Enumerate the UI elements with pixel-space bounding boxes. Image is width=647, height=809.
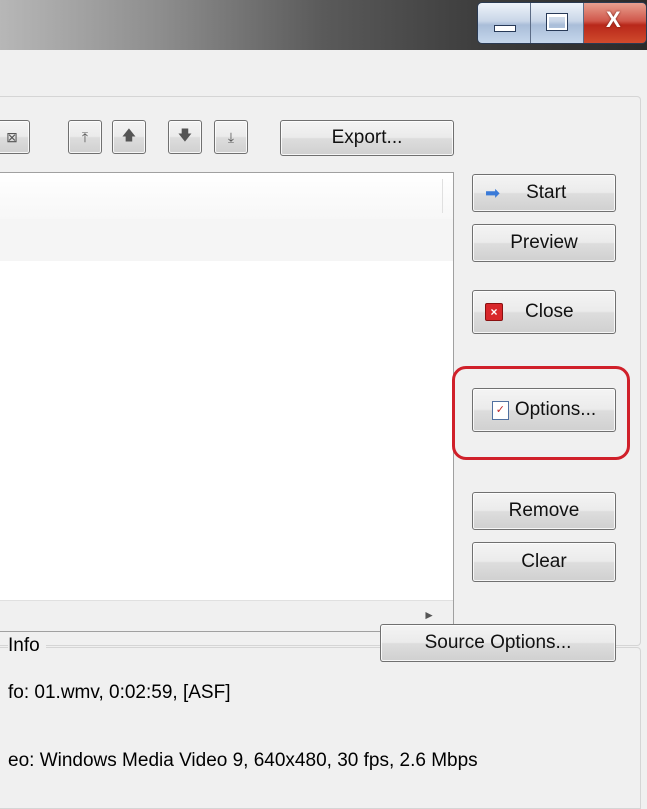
source-info-title: Info bbox=[8, 635, 46, 657]
start-arrow-icon: ➡ bbox=[485, 182, 501, 203]
list-header bbox=[0, 173, 453, 220]
source-options-label: Source Options... bbox=[424, 632, 572, 653]
move-to-top-icon: ⤒ bbox=[81, 128, 89, 145]
options-button-label: Options... bbox=[514, 399, 597, 420]
remove-button[interactable]: Remove bbox=[472, 492, 616, 530]
maximize-button[interactable] bbox=[531, 3, 584, 43]
scroll-right-icon[interactable]: ► bbox=[423, 608, 435, 622]
source-file-info: fo: 01.wmv, 0:02:59, [ASF] bbox=[8, 682, 231, 703]
options-checklist-icon: ✓ bbox=[491, 400, 509, 420]
source-video-info: eo: Windows Media Video 9, 640x480, 30 f… bbox=[8, 750, 478, 771]
close-icon: X bbox=[606, 7, 621, 32]
move-to-top-button[interactable]: ⤒ bbox=[68, 120, 102, 154]
main-content: ⊠ ⤒ 🡅 🡇 ⤓ Export... ► ➡ Start Preview × … bbox=[0, 50, 647, 809]
close-button-label: Close bbox=[525, 301, 574, 322]
maximize-icon bbox=[546, 13, 568, 31]
move-up-icon: 🡅 bbox=[121, 127, 137, 143]
clear-button-label: Clear bbox=[521, 551, 567, 572]
preview-button-label: Preview bbox=[510, 232, 578, 253]
list-item[interactable] bbox=[0, 219, 453, 261]
source-info-group bbox=[0, 647, 641, 809]
move-to-bottom-button[interactable]: ⤓ bbox=[214, 120, 248, 154]
minimize-icon bbox=[494, 25, 516, 32]
preview-button[interactable]: Preview bbox=[472, 224, 616, 262]
move-down-button[interactable]: 🡇 bbox=[168, 120, 202, 154]
move-down-icon: 🡇 bbox=[177, 127, 193, 143]
caption-buttons: X bbox=[477, 2, 647, 44]
close-x-icon: × bbox=[485, 303, 503, 321]
export-button-label: Export... bbox=[331, 127, 403, 148]
close-button[interactable]: × Close bbox=[472, 290, 616, 334]
move-up-button[interactable]: 🡅 bbox=[112, 120, 146, 154]
start-button[interactable]: ➡ Start bbox=[472, 174, 616, 212]
export-button[interactable]: Export... bbox=[280, 120, 454, 156]
job-list[interactable]: ► bbox=[0, 172, 454, 632]
remove-button-label: Remove bbox=[508, 500, 580, 521]
window-title-bar: X bbox=[0, 0, 647, 50]
close-window-button[interactable]: X bbox=[584, 3, 646, 43]
list-view-button[interactable]: ⊠ bbox=[0, 120, 30, 154]
source-options-button[interactable]: Source Options... bbox=[380, 624, 616, 662]
column-separator[interactable] bbox=[442, 179, 443, 213]
list-view-icon: ⊠ bbox=[6, 128, 18, 145]
options-button[interactable]: ✓ Options... bbox=[472, 388, 616, 432]
start-button-label: Start bbox=[526, 182, 567, 203]
clear-button[interactable]: Clear bbox=[472, 542, 616, 582]
minimize-button[interactable] bbox=[478, 3, 531, 43]
move-to-bottom-icon: ⤓ bbox=[227, 128, 235, 145]
